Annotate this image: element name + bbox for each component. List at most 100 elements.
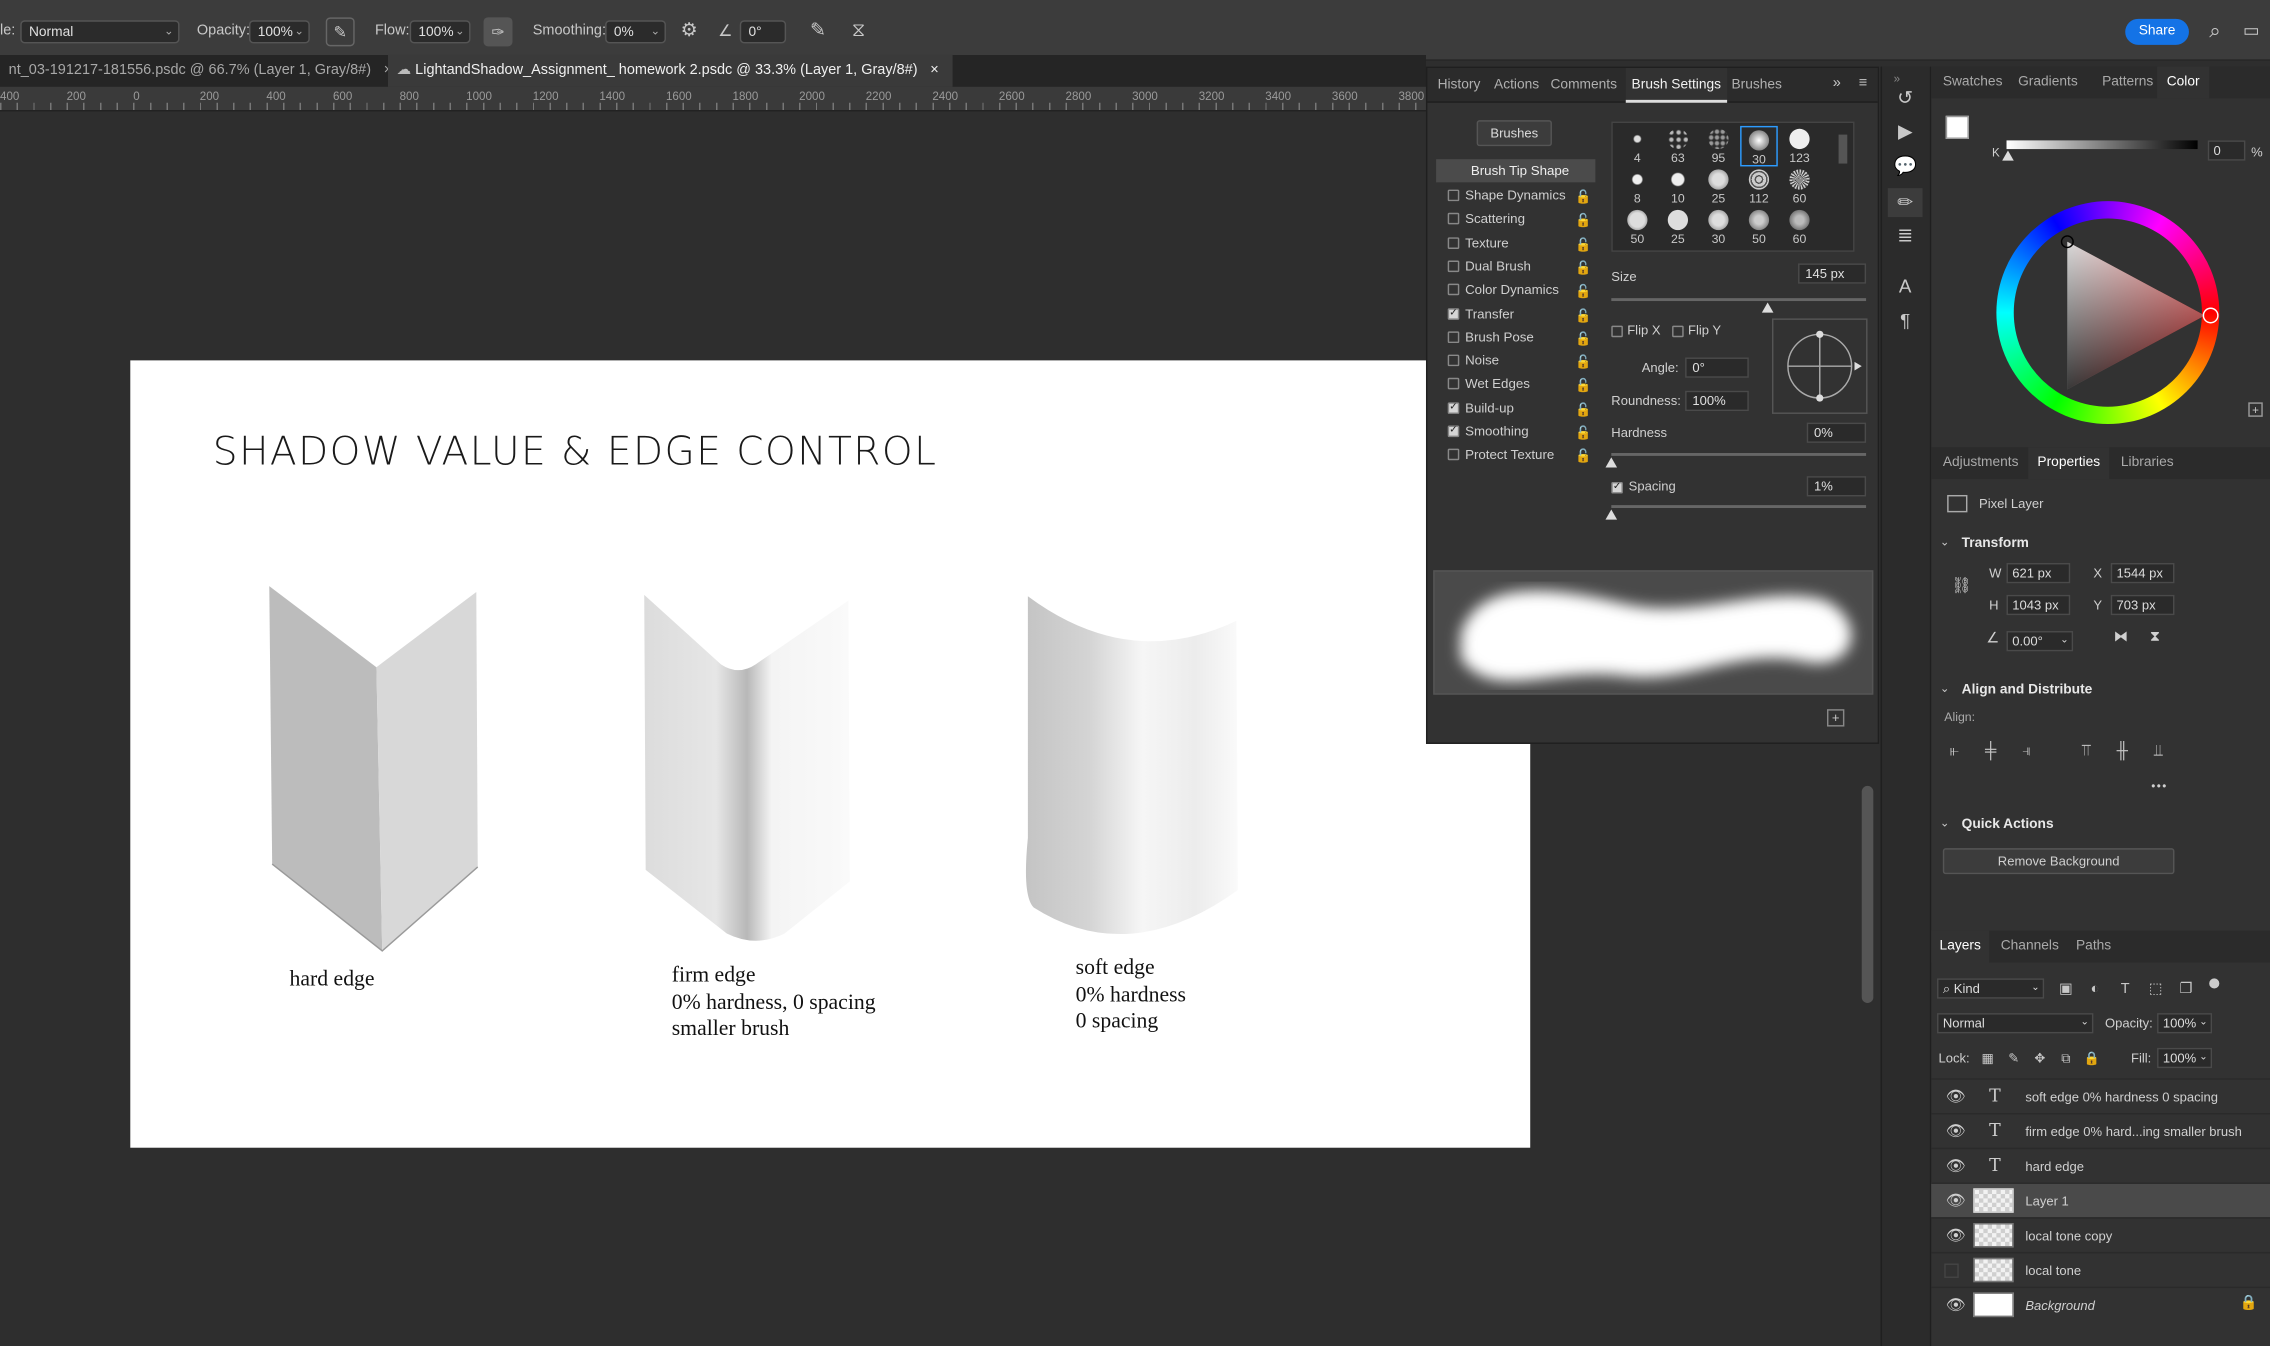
color-wheel[interactable] xyxy=(1996,201,2220,425)
layer-opacity-input[interactable]: 100% ⌄ xyxy=(2157,1013,2213,1034)
brush-setting-wet-edges[interactable]: Wet Edges 🔓 xyxy=(1436,373,1595,396)
brush-setting-smoothing[interactable]: ✓ Smoothing 🔓 xyxy=(1436,420,1595,443)
k-slider[interactable] xyxy=(2006,140,2198,150)
size-slider[interactable] xyxy=(1611,298,1867,302)
flip-horizontal-icon[interactable]: ⧓ xyxy=(2114,630,2128,646)
brush-setting-scattering[interactable]: Scattering 🔓 xyxy=(1436,207,1595,230)
setting-checkbox[interactable]: ✓ xyxy=(1447,307,1460,320)
layer-blend-mode-select[interactable]: Normal ⌄ xyxy=(1937,1013,2094,1034)
lock-icon[interactable]: 🔓 xyxy=(1575,445,1591,468)
workspace-icon[interactable]: ▭ xyxy=(2238,17,2264,43)
setting-checkbox[interactable] xyxy=(1447,213,1460,225)
brush-setting-shape-dynamics[interactable]: Shape Dynamics 🔓 xyxy=(1436,184,1595,207)
chevron-down-icon[interactable]: ⌄ xyxy=(1940,816,1950,829)
brush-tip[interactable]: 60 xyxy=(1781,166,1819,207)
hardness-slider[interactable] xyxy=(1611,453,1867,456)
brush-setting-texture[interactable]: Texture 🔓 xyxy=(1436,231,1595,254)
angle-input[interactable]: 0° xyxy=(1685,357,1749,378)
eye-icon[interactable]: 👁 xyxy=(1946,1156,1966,1175)
tab-libraries[interactable]: Libraries xyxy=(2121,447,2174,479)
tab-actions[interactable]: Actions xyxy=(1494,68,1539,103)
layer-filter-select[interactable]: ⌕ Kind ⌄ xyxy=(1937,978,2045,999)
brush-setting-noise[interactable]: Noise 🔓 xyxy=(1436,349,1595,372)
remove-background-button[interactable]: Remove Background xyxy=(1942,848,2175,875)
vertical-scrollbar[interactable] xyxy=(1857,742,1878,1346)
filter-type-icon[interactable]: T xyxy=(2115,978,2135,998)
chevron-down-icon[interactable]: ⌄ xyxy=(1940,682,1950,695)
layer-row[interactable]: 👁 local tone copy xyxy=(1931,1217,2270,1252)
tab-layers[interactable]: Layers xyxy=(1931,930,1990,963)
align-bottom-icon[interactable]: ⫫ xyxy=(2148,741,2168,761)
x-input[interactable]: 1544 px xyxy=(2110,563,2175,584)
eye-icon[interactable]: 👁 xyxy=(1946,1295,1966,1314)
brush-tip-shape-item[interactable]: Brush Tip Shape xyxy=(1436,159,1596,183)
lock-icon[interactable]: 🔓 xyxy=(1575,303,1591,326)
history-icon[interactable]: ↺ xyxy=(1892,85,1918,111)
paragraph-icon[interactable]: ¶ xyxy=(1892,307,1918,333)
layer-row[interactable]: 👁 Background 🔒 xyxy=(1931,1286,2270,1322)
filter-smart-icon[interactable]: ❐ xyxy=(2176,978,2196,998)
brush-setting-brush-pose[interactable]: Brush Pose 🔓 xyxy=(1436,325,1595,348)
filter-shape-icon[interactable]: ⬚ xyxy=(2145,978,2165,998)
lock-icon[interactable]: 🔓 xyxy=(1575,185,1591,208)
setting-checkbox[interactable] xyxy=(1447,260,1460,272)
opacity-input[interactable]: 100% ⌄ xyxy=(249,20,310,44)
brush-tip[interactable]: 4 xyxy=(1619,126,1657,167)
tab-comments[interactable]: Comments xyxy=(1550,68,1617,103)
angle-roundness-widget[interactable] xyxy=(1771,318,1868,414)
setting-checkbox[interactable]: ✓ xyxy=(1447,401,1460,414)
airbrush-icon[interactable]: ✑ xyxy=(483,17,513,47)
align-left-icon[interactable]: ⫦ xyxy=(1944,741,1964,761)
filter-adjustment-icon[interactable]: ◐ xyxy=(2085,978,2105,998)
chevron-down-icon[interactable]: ⌄ xyxy=(1940,536,1950,549)
lock-artboard-icon[interactable]: ⧉ xyxy=(2057,1049,2074,1066)
lock-all-icon[interactable]: 🔒 xyxy=(2083,1049,2100,1066)
k-input[interactable]: 0 xyxy=(2207,140,2246,161)
tab-paths[interactable]: Paths xyxy=(2076,931,2111,963)
brush-tip[interactable]: 10 xyxy=(1659,166,1697,207)
actions-play-icon[interactable]: ▶ xyxy=(1892,119,1918,145)
align-center-h-icon[interactable]: ╪ xyxy=(1980,741,2000,761)
scrollbar-thumb[interactable] xyxy=(1861,785,1874,1003)
flip-y-checkbox[interactable] xyxy=(1672,325,1684,338)
brush-tip[interactable]: 60 xyxy=(1781,207,1819,248)
spacing-slider-thumb[interactable] xyxy=(1605,509,1618,520)
size-slider-thumb[interactable] xyxy=(1761,302,1774,313)
setting-checkbox[interactable] xyxy=(1447,236,1460,249)
brush-tip[interactable]: 95 xyxy=(1700,126,1738,167)
setting-checkbox[interactable]: ✓ xyxy=(1447,425,1460,438)
lock-image-icon[interactable]: ✎ xyxy=(2005,1049,2022,1066)
y-input[interactable]: 703 px xyxy=(2110,594,2175,616)
panel-menu-icon[interactable]: ≡ xyxy=(1859,75,1867,91)
hardness-slider-thumb[interactable] xyxy=(1605,457,1618,468)
filter-toggle-icon[interactable] xyxy=(2209,978,2220,989)
tab-color[interactable]: Color xyxy=(2157,66,2210,99)
brush-angle-input[interactable]: 0° xyxy=(739,20,787,44)
k-slider-thumb[interactable] xyxy=(2002,150,2014,161)
brush-tip[interactable]: 123 xyxy=(1781,126,1819,167)
brush-tip[interactable]: 50 xyxy=(1740,207,1778,248)
canvas-document[interactable]: SHADOW VALUE & EDGE CONTROL hard edge fi… xyxy=(130,360,1531,1148)
lock-icon[interactable]: 🔓 xyxy=(1575,374,1591,397)
brush-setting-build-up[interactable]: ✓ Build-up 🔓 xyxy=(1436,396,1595,419)
lock-icon[interactable]: 🔓 xyxy=(1575,421,1591,444)
close-icon[interactable]: × xyxy=(930,62,938,78)
search-icon[interactable]: ⌕ xyxy=(2202,17,2228,43)
foreground-color-swatch[interactable] xyxy=(1945,115,1969,139)
share-button[interactable]: Share xyxy=(2125,18,2189,45)
lock-icon[interactable]: 🔓 xyxy=(1575,232,1591,255)
spacing-input[interactable]: 1% xyxy=(1806,476,1867,497)
layer-row[interactable]: 👁 Tfirm edge 0% hard...ing smaller brush xyxy=(1931,1112,2270,1148)
lock-position-icon[interactable]: ✥ xyxy=(2031,1049,2048,1066)
lock-icon[interactable]: 🔓 xyxy=(1575,327,1591,350)
brush-setting-protect-texture[interactable]: Protect Texture 🔓 xyxy=(1436,443,1595,466)
lock-icon[interactable]: 🔓 xyxy=(1575,209,1591,232)
brushes-icon[interactable]: ≣ xyxy=(1892,223,1918,249)
setting-checkbox[interactable] xyxy=(1447,283,1460,296)
flip-vertical-icon[interactable]: ⧗ xyxy=(2150,630,2160,646)
setting-checkbox[interactable] xyxy=(1447,331,1460,343)
brush-tip[interactable]: 25 xyxy=(1659,207,1697,248)
brush-tip[interactable]: 112 xyxy=(1740,166,1778,207)
align-top-icon[interactable]: ⫪ xyxy=(2076,741,2096,761)
gear-icon[interactable]: ⚙ xyxy=(678,19,701,42)
